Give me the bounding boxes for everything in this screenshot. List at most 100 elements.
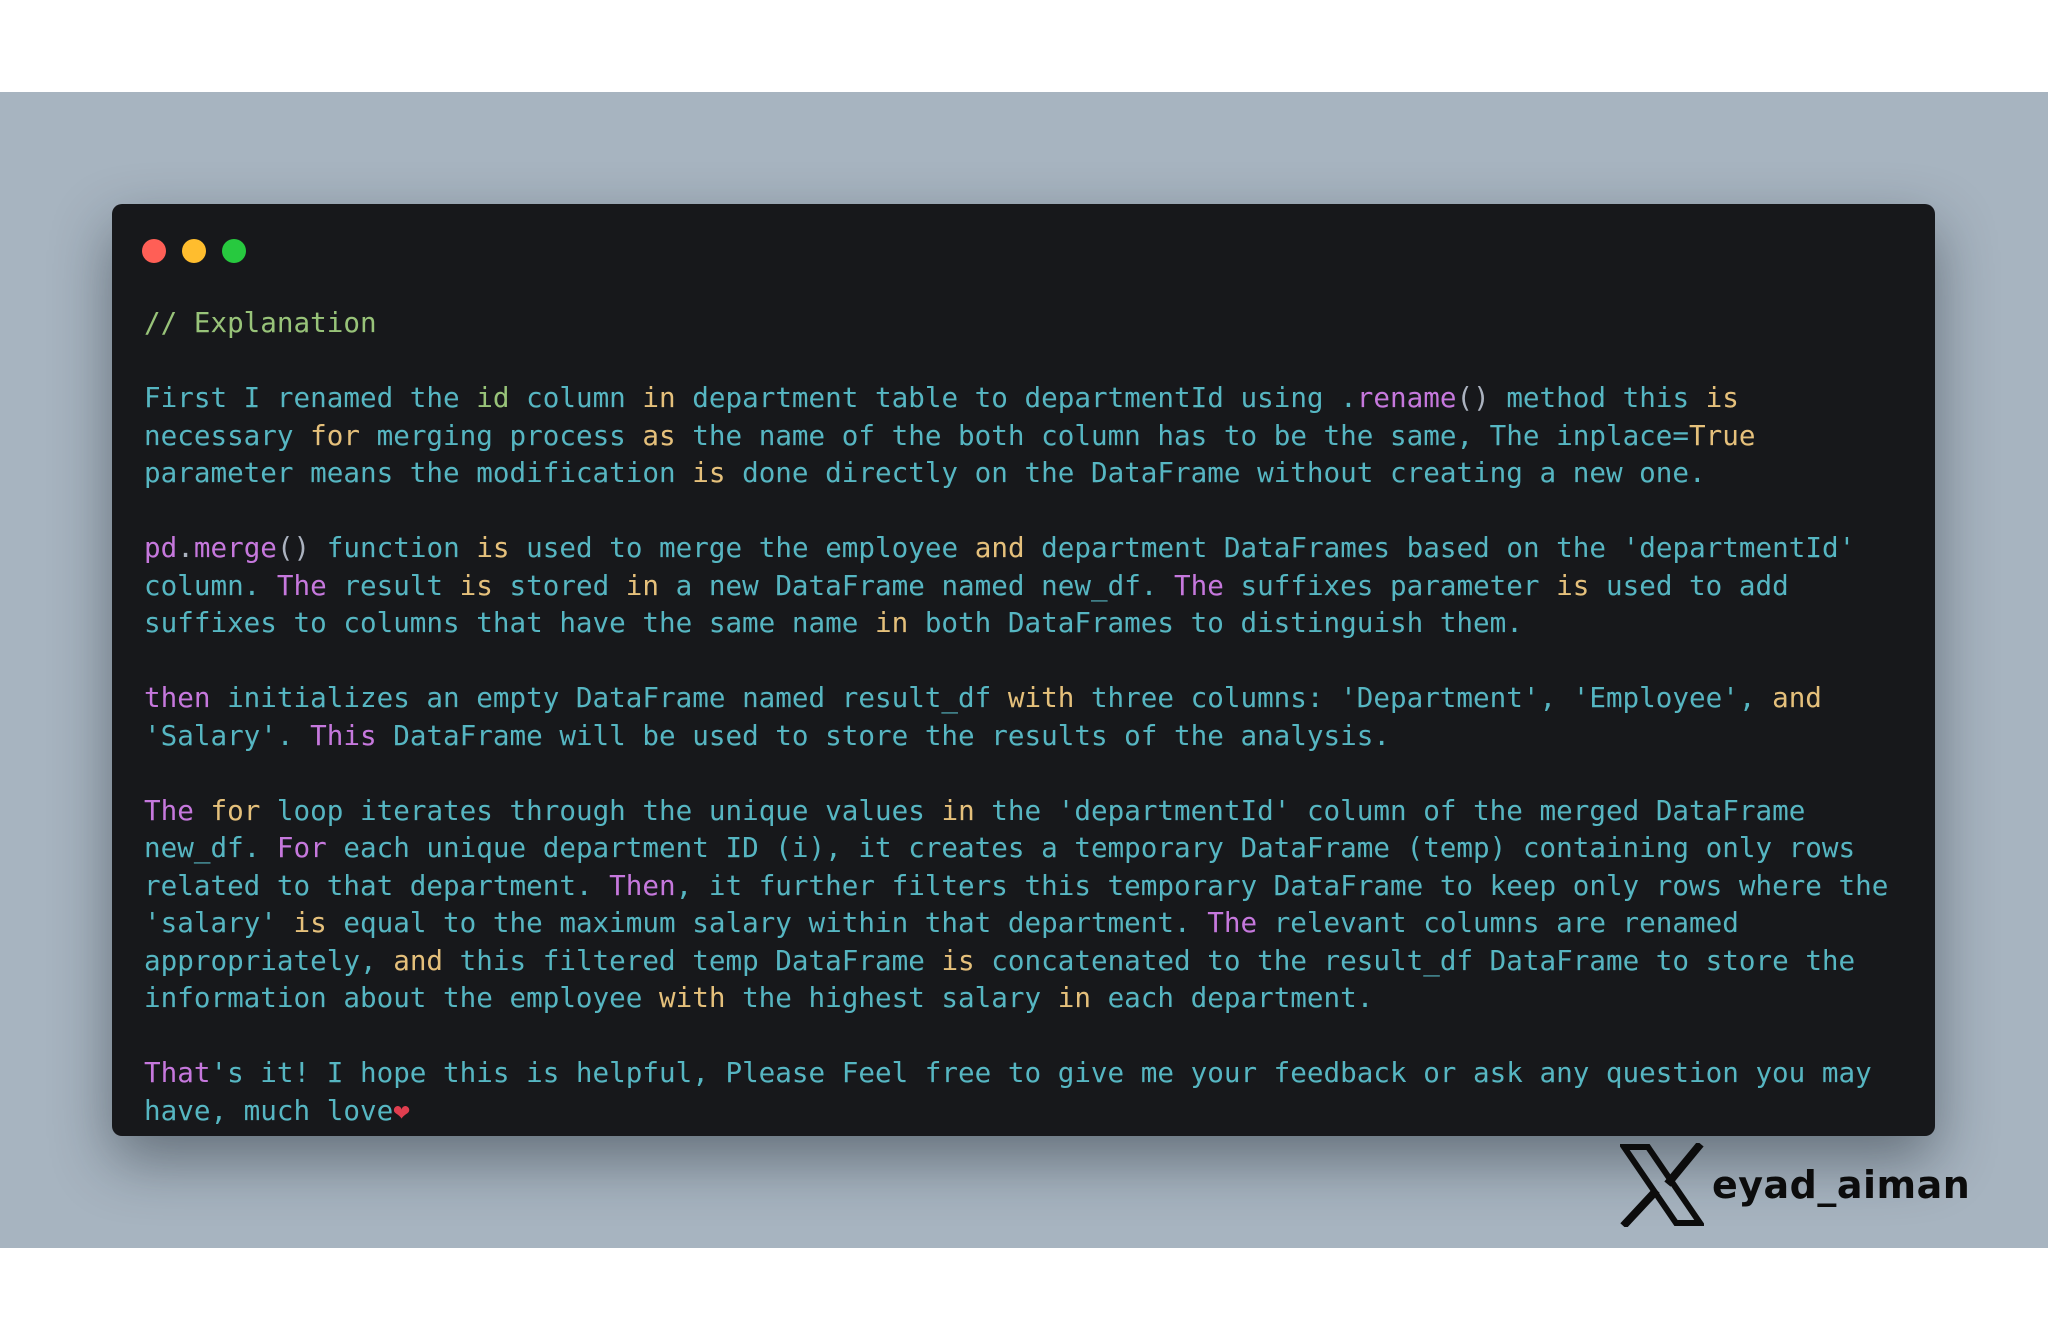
code-token: in xyxy=(874,606,909,639)
code-token: suffixes parameter xyxy=(1223,568,1557,602)
code-token: is xyxy=(941,943,975,977)
code-token: True xyxy=(1689,418,1756,452)
heart-icon: ❤ xyxy=(393,1093,410,1127)
code-token: this filtered temp DataFrame xyxy=(443,943,942,977)
code-token: That xyxy=(144,1056,211,1089)
code-token: necessary xyxy=(144,418,311,452)
code-token: both DataFrames to distinguish them. xyxy=(908,606,1523,639)
minimize-button[interactable] xyxy=(182,239,206,263)
code-token: a new DataFrame named new_df. xyxy=(659,568,1175,602)
code-token: // Explanation xyxy=(144,306,377,339)
code-line: necessary for merging process as the nam… xyxy=(144,417,1923,455)
x-logo-icon xyxy=(1620,1143,1704,1227)
code-token: as xyxy=(642,418,676,452)
code-token: and xyxy=(974,531,1025,564)
code-token: used to merge the employee xyxy=(509,531,975,564)
code-token: with xyxy=(1007,681,1075,714)
code-token: 'salary' xyxy=(144,906,294,939)
code-token: . xyxy=(177,531,194,564)
code-line: 'Salary'. This DataFrame will be used to… xyxy=(144,717,1923,755)
code-token: id xyxy=(476,381,510,414)
code-token: each department. xyxy=(1090,981,1374,1014)
code-token: 's it! I hope this is helpful, Please Fe… xyxy=(210,1056,1872,1089)
author-handle: eyad_aiman xyxy=(1712,1163,1971,1207)
code-token: and xyxy=(1772,681,1822,714)
maximize-button[interactable] xyxy=(222,239,246,263)
code-token: department DataFrames based on the 'depa… xyxy=(1024,531,1856,564)
code-token: parameter means the modification xyxy=(144,456,693,489)
code-token: Then xyxy=(609,868,676,902)
code-token: result xyxy=(326,568,460,602)
code-token: () xyxy=(276,531,311,564)
code-token: First I renamed the xyxy=(144,381,477,414)
code-token: in xyxy=(625,568,660,602)
watermark: eyad_aiman xyxy=(1620,1143,1970,1227)
code-token: is xyxy=(476,531,510,564)
code-token: and xyxy=(393,943,444,977)
code-token: in xyxy=(941,793,975,827)
code-block: // Explanation First I renamed the id col… xyxy=(144,304,1923,1129)
code-line: // Explanation xyxy=(144,304,1923,342)
code-token: each unique department ID (i), it create… xyxy=(326,831,1856,864)
code-line: parameter means the modification is done… xyxy=(144,454,1923,492)
code-token: The xyxy=(1174,568,1224,602)
code-token: information about the employee xyxy=(144,981,659,1014)
code-token: merging process xyxy=(359,418,643,452)
code-token: appropriately, xyxy=(144,943,394,977)
code-line: then initializes an empty DataFrame name… xyxy=(144,679,1923,717)
code-line: The for loop iterates through the unique… xyxy=(144,792,1923,830)
code-window: // Explanation First I renamed the id col… xyxy=(112,204,1935,1136)
code-token: loop iterates through the unique values xyxy=(260,793,942,827)
code-token: is xyxy=(1556,568,1590,602)
code-line: That's it! I hope this is helpful, Pleas… xyxy=(144,1054,1923,1092)
code-token: rename xyxy=(1356,381,1457,414)
code-token: the name of the both column has to be th… xyxy=(675,418,1690,452)
code-token: The xyxy=(1207,906,1258,939)
code-token: new_df. xyxy=(144,831,277,864)
close-button[interactable] xyxy=(142,239,166,263)
code-token: have, much love xyxy=(144,1093,394,1127)
code-token: is xyxy=(293,906,327,939)
code-token: DataFrame will be used to store the resu… xyxy=(376,718,1390,752)
code-token: related to that department. xyxy=(144,868,610,902)
code-token: suffixes to columns that have the same n… xyxy=(144,606,875,639)
code-token: The xyxy=(276,568,327,602)
code-token: The xyxy=(144,793,194,827)
code-token: This xyxy=(310,718,377,752)
code-line: 'salary' is equal to the maximum salary … xyxy=(144,904,1923,942)
code-line: new_df. For each unique department ID (i… xyxy=(144,829,1923,867)
code-line: pd.merge() function is used to merge the… xyxy=(144,529,1923,567)
code-token: relevant columns are renamed xyxy=(1257,906,1739,939)
code-token: in xyxy=(1057,981,1091,1014)
code-token: () xyxy=(1456,381,1490,414)
code-token: department table to departmentId using . xyxy=(675,381,1357,414)
code-token: function xyxy=(310,531,477,564)
code-token: for xyxy=(310,418,360,452)
code-token: stored xyxy=(492,568,626,602)
code-token: then xyxy=(144,681,211,714)
code-token: for xyxy=(210,793,261,827)
code-token: 'Salary'. xyxy=(144,718,311,752)
code-token: the highest salary xyxy=(725,981,1058,1014)
code-token: equal to the maximum salary within that … xyxy=(326,906,1208,939)
code-token: initializes an empty DataFrame named res… xyxy=(210,681,1008,714)
code-token: , it further filters this temporary Data… xyxy=(675,868,1889,902)
code-line: have, much love❤ xyxy=(144,1092,1923,1130)
code-token: For xyxy=(276,831,327,864)
code-token: used to add xyxy=(1589,568,1789,602)
code-token: column xyxy=(509,381,643,414)
code-line: suffixes to columns that have the same n… xyxy=(144,604,1923,642)
code-token: with xyxy=(659,981,726,1014)
code-token: in xyxy=(642,381,676,414)
code-token: concatenated to the result_df DataFrame … xyxy=(974,943,1856,977)
code-line: information about the employee with the … xyxy=(144,979,1923,1017)
code-token: method this xyxy=(1489,381,1706,414)
code-token: is xyxy=(692,456,726,489)
code-line: First I renamed the id column in departm… xyxy=(144,379,1923,417)
code-token: three columns: 'Department', 'Employee', xyxy=(1074,681,1773,714)
code-line: column. The result is stored in a new Da… xyxy=(144,567,1923,605)
